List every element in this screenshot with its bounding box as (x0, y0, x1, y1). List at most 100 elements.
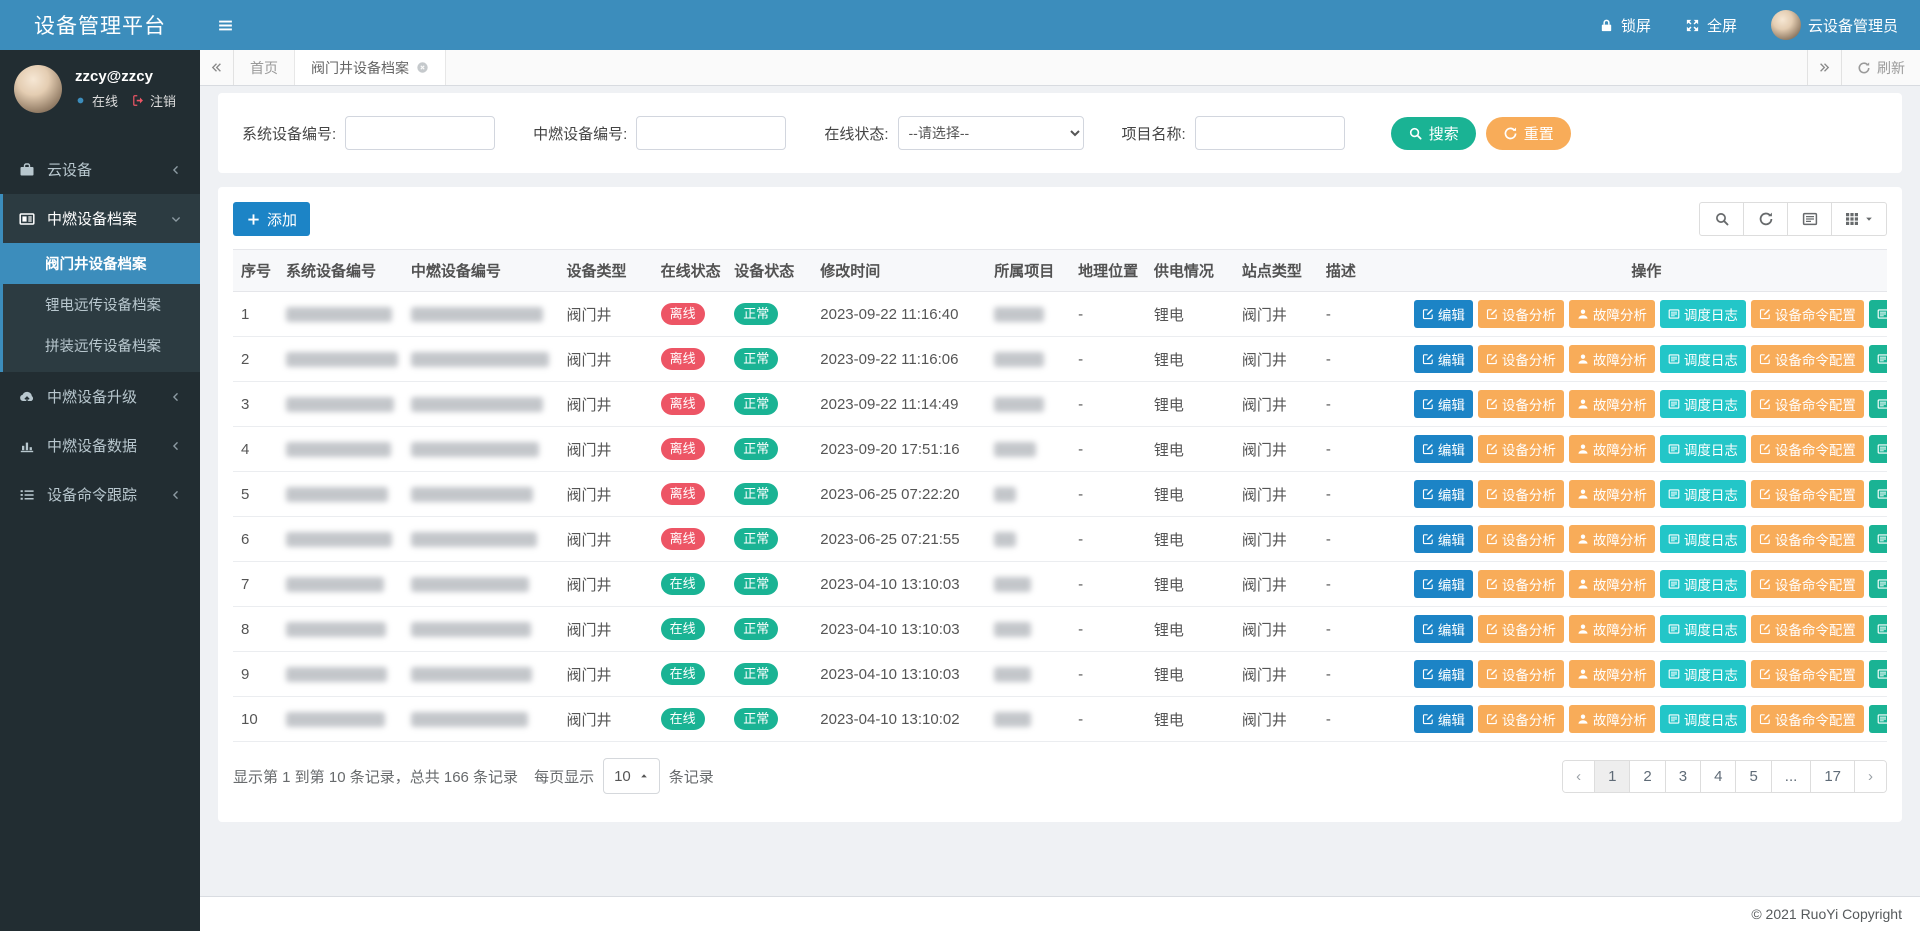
row-action-5[interactable]: 设备信息 (1869, 615, 1887, 643)
page-size-dropdown[interactable]: 10 (603, 758, 660, 794)
online-status-select[interactable]: --请选择-- (898, 116, 1084, 150)
row-action-0[interactable]: 编辑 (1414, 480, 1473, 508)
row-action-1[interactable]: 设备分析 (1478, 345, 1564, 373)
row-action-2[interactable]: 故障分析 (1569, 615, 1655, 643)
sidebar-item-link[interactable]: 中燃设备升级 (3, 372, 200, 421)
row-action-4[interactable]: 设备命令配置 (1751, 570, 1864, 598)
sidebar-item-link[interactable]: 云设备 (3, 145, 200, 194)
tabs-scroll-left-button[interactable] (200, 50, 234, 85)
row-action-1[interactable]: 设备分析 (1478, 390, 1564, 418)
page-next-button[interactable]: › (1854, 761, 1886, 792)
row-action-2[interactable]: 故障分析 (1569, 570, 1655, 598)
sidebar-subitem-1-1[interactable]: 锂电远传设备档案 (3, 284, 200, 325)
row-action-2[interactable]: 故障分析 (1569, 660, 1655, 688)
row-action-5[interactable]: 设备信息 (1869, 435, 1887, 463)
row-action-0[interactable]: 编辑 (1414, 615, 1473, 643)
row-action-5[interactable]: 设备信息 (1869, 300, 1887, 328)
row-action-3[interactable]: 调度日志 (1660, 390, 1746, 418)
row-action-4[interactable]: 设备命令配置 (1751, 390, 1864, 418)
page-button-17[interactable]: 17 (1810, 761, 1854, 792)
toolbar-columns-button[interactable] (1831, 202, 1887, 236)
row-action-0[interactable]: 编辑 (1414, 435, 1473, 463)
row-action-1[interactable]: 设备分析 (1478, 435, 1564, 463)
row-action-4[interactable]: 设备命令配置 (1751, 435, 1864, 463)
toolbar-search-button[interactable] (1699, 202, 1744, 236)
row-action-5[interactable]: 设备信息 (1869, 390, 1887, 418)
row-action-3[interactable]: 调度日志 (1660, 300, 1746, 328)
row-action-0[interactable]: 编辑 (1414, 390, 1473, 418)
sidebar-subitem-1-2[interactable]: 拼装远传设备档案 (3, 325, 200, 366)
tab-refresh-button[interactable]: 刷新 (1841, 50, 1920, 85)
row-action-4[interactable]: 设备命令配置 (1751, 345, 1864, 373)
row-action-1[interactable]: 设备分析 (1478, 480, 1564, 508)
row-action-5[interactable]: 设备信息 (1869, 570, 1887, 598)
sidebar-subitem-1-0[interactable]: 阀门井设备档案 (3, 243, 200, 284)
row-action-4[interactable]: 设备命令配置 (1751, 525, 1864, 553)
sidebar-item-4[interactable]: 设备命令跟踪 (0, 470, 200, 519)
row-action-1[interactable]: 设备分析 (1478, 615, 1564, 643)
page-button-2[interactable]: 2 (1629, 761, 1664, 792)
row-action-5[interactable]: 设备信息 (1869, 345, 1887, 373)
row-action-1[interactable]: 设备分析 (1478, 525, 1564, 553)
row-action-3[interactable]: 调度日志 (1660, 345, 1746, 373)
sidebar-item-1[interactable]: 中燃设备档案阀门井设备档案锂电远传设备档案拼装远传设备档案 (0, 194, 200, 372)
page-button-...[interactable]: ... (1771, 761, 1811, 792)
sidebar-item-3[interactable]: 中燃设备数据 (0, 421, 200, 470)
row-action-1[interactable]: 设备分析 (1478, 660, 1564, 688)
row-action-2[interactable]: 故障分析 (1569, 390, 1655, 418)
user-avatar[interactable] (14, 65, 62, 113)
row-action-3[interactable]: 调度日志 (1660, 435, 1746, 463)
search-field-input-1[interactable] (636, 116, 786, 150)
row-action-5[interactable]: 设备信息 (1869, 525, 1887, 553)
toolbar-refresh-button[interactable] (1743, 202, 1788, 236)
row-action-5[interactable]: 设备信息 (1869, 660, 1887, 688)
page-prev-button[interactable]: ‹ (1563, 761, 1594, 792)
row-action-0[interactable]: 编辑 (1414, 660, 1473, 688)
sidebar-item-2[interactable]: 中燃设备升级 (0, 372, 200, 421)
sidebar-item-link[interactable]: 设备命令跟踪 (3, 470, 200, 519)
row-action-4[interactable]: 设备命令配置 (1751, 300, 1864, 328)
row-action-5[interactable]: 设备信息 (1869, 480, 1887, 508)
row-action-0[interactable]: 编辑 (1414, 570, 1473, 598)
tab-valve-well-archive[interactable]: 阀门井设备档案 (295, 50, 446, 85)
row-action-0[interactable]: 编辑 (1414, 345, 1473, 373)
row-action-5[interactable]: 设备信息 (1869, 705, 1887, 733)
page-button-5[interactable]: 5 (1735, 761, 1770, 792)
row-action-3[interactable]: 调度日志 (1660, 660, 1746, 688)
row-action-3[interactable]: 调度日志 (1660, 705, 1746, 733)
page-button-1[interactable]: 1 (1594, 761, 1629, 792)
search-field-input-0[interactable] (345, 116, 495, 150)
tab-close-icon[interactable] (416, 61, 429, 74)
row-action-2[interactable]: 故障分析 (1569, 705, 1655, 733)
row-action-3[interactable]: 调度日志 (1660, 615, 1746, 643)
row-action-1[interactable]: 设备分析 (1478, 705, 1564, 733)
row-action-1[interactable]: 设备分析 (1478, 570, 1564, 598)
tab-home[interactable]: 首页 (234, 50, 295, 85)
row-action-3[interactable]: 调度日志 (1660, 480, 1746, 508)
logout-button[interactable]: 注销 (132, 91, 176, 110)
row-action-4[interactable]: 设备命令配置 (1751, 615, 1864, 643)
user-menu[interactable]: 云设备管理员 (1771, 10, 1898, 40)
row-action-2[interactable]: 故障分析 (1569, 480, 1655, 508)
sidebar-item-link[interactable]: 中燃设备档案 (3, 194, 200, 243)
sidebar-toggle-button[interactable] (200, 0, 250, 50)
lock-screen-button[interactable]: 锁屏 (1599, 15, 1651, 36)
row-action-3[interactable]: 调度日志 (1660, 525, 1746, 553)
row-action-2[interactable]: 故障分析 (1569, 435, 1655, 463)
page-button-4[interactable]: 4 (1700, 761, 1735, 792)
search-field-input-3[interactable] (1195, 116, 1345, 150)
sidebar-item-link[interactable]: 中燃设备数据 (3, 421, 200, 470)
reset-button[interactable]: 重置 (1486, 117, 1571, 150)
fullscreen-button[interactable]: 全屏 (1685, 15, 1737, 36)
app-logo[interactable]: 设备管理平台 (0, 0, 200, 50)
row-action-4[interactable]: 设备命令配置 (1751, 480, 1864, 508)
tabs-scroll-right-button[interactable] (1807, 50, 1841, 85)
row-action-0[interactable]: 编辑 (1414, 705, 1473, 733)
add-button[interactable]: 添加 (233, 202, 310, 236)
page-button-3[interactable]: 3 (1665, 761, 1700, 792)
search-button[interactable]: 搜索 (1391, 117, 1476, 150)
row-action-4[interactable]: 设备命令配置 (1751, 660, 1864, 688)
row-action-3[interactable]: 调度日志 (1660, 570, 1746, 598)
row-action-0[interactable]: 编辑 (1414, 525, 1473, 553)
row-action-2[interactable]: 故障分析 (1569, 525, 1655, 553)
